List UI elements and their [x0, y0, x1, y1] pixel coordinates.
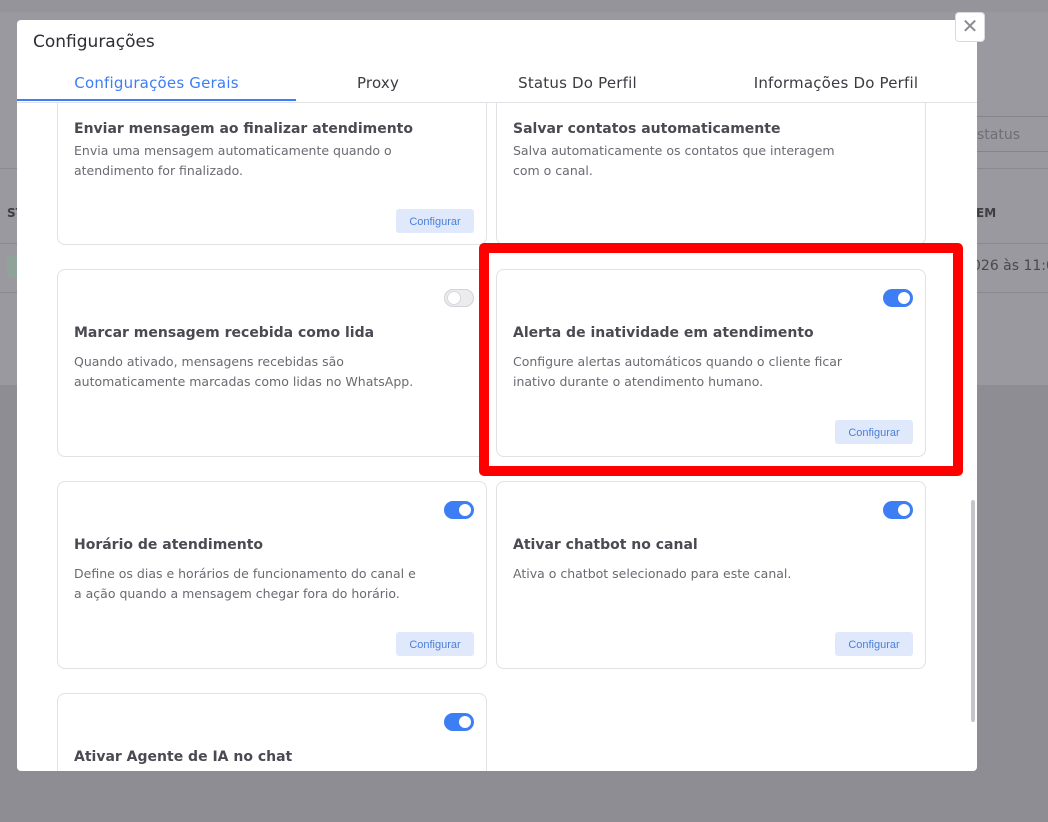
- setting-card-salvar-contatos: Salvar contatos automaticamente Salva au…: [496, 103, 926, 245]
- tab-informacoes-do-perfil[interactable]: Informações Do Perfil: [695, 72, 977, 102]
- tab-label: Informações Do Perfil: [753, 74, 919, 92]
- card-description: Quando ativado, mensagens recebidas são …: [74, 354, 414, 389]
- card-description: Salva automaticamente os contatos que in…: [513, 143, 835, 178]
- background-status-filter-text: status: [977, 127, 1021, 143]
- tab-configuracoes-gerais[interactable]: Configurações Gerais: [17, 72, 296, 102]
- background-topbar: [0, 0, 1048, 12]
- toggle-switch[interactable]: [444, 501, 474, 519]
- close-icon: ✕: [961, 14, 979, 38]
- toggle-knob: [459, 504, 471, 516]
- setting-card-agente-ia: Ativar Agente de IA no chat: [57, 693, 487, 771]
- toggle-knob: [898, 504, 910, 516]
- toggle-knob: [448, 292, 460, 304]
- toggle-switch[interactable]: [444, 289, 474, 307]
- tab-status-do-perfil[interactable]: Status Do Perfil: [460, 72, 695, 102]
- tab-proxy[interactable]: Proxy: [296, 72, 460, 102]
- card-title: Ativar Agente de IA no chat: [74, 749, 293, 765]
- close-button[interactable]: ✕: [955, 12, 985, 42]
- configure-button[interactable]: Configurar: [396, 632, 474, 656]
- tab-label: Proxy: [356, 74, 400, 92]
- card-title: Enviar mensagem ao finalizar atendimento: [74, 121, 413, 137]
- toggle-knob: [459, 716, 471, 728]
- tab-label: Status Do Perfil: [518, 74, 637, 92]
- active-tab-underline: [17, 99, 296, 101]
- configure-button[interactable]: Configurar: [835, 632, 913, 656]
- setting-card-enviar-mensagem: Enviar mensagem ao finalizar atendimento…: [57, 103, 487, 245]
- toggle-switch[interactable]: [883, 501, 913, 519]
- background-column-header-right: EM: [976, 206, 997, 220]
- background-status-filter: status ∨: [972, 116, 1048, 152]
- scrollbar-thumb[interactable]: [971, 500, 975, 722]
- card-title: Horário de atendimento: [74, 537, 264, 553]
- card-description: Ativa o chatbot selecionado para este ca…: [513, 566, 792, 581]
- modal-title: Configurações: [33, 32, 155, 52]
- toggle-switch[interactable]: [444, 713, 474, 731]
- background-date-cell: 026 às 11:0: [972, 258, 1048, 274]
- tab-label: Configurações Gerais: [74, 74, 239, 92]
- card-title: Salvar contatos automaticamente: [513, 121, 781, 137]
- setting-card-marcar-lida: Marcar mensagem recebida como lida Quand…: [57, 269, 487, 457]
- card-title: Marcar mensagem recebida como lida: [74, 325, 375, 341]
- card-description: Envia uma mensagem automaticamente quand…: [74, 143, 392, 178]
- card-description: Define os dias e horários de funcionamen…: [74, 566, 416, 601]
- background-status-pill: [7, 256, 17, 278]
- configure-button[interactable]: Configurar: [396, 209, 474, 233]
- tab-bar: Configurações Gerais Proxy Status Do Per…: [17, 72, 977, 103]
- card-title: Ativar chatbot no canal: [513, 537, 698, 553]
- highlight-annotation-box: [479, 243, 963, 476]
- setting-card-horario-atendimento: Horário de atendimento Define os dias e …: [57, 481, 487, 669]
- setting-card-ativar-chatbot: Ativar chatbot no canal Ativa o chatbot …: [496, 481, 926, 669]
